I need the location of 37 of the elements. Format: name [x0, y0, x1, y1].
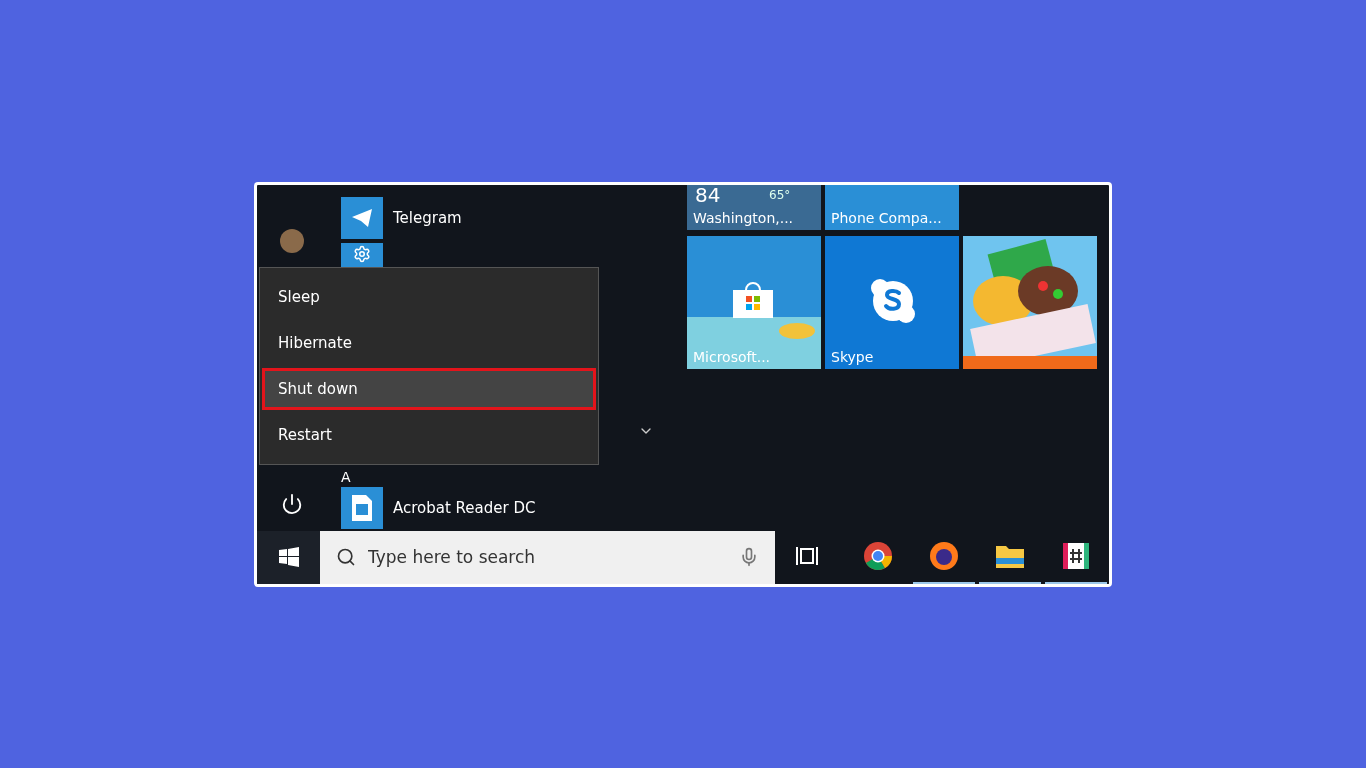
skype-logo-icon: [870, 277, 916, 324]
app-icon[interactable]: [341, 196, 383, 239]
paper-plane-icon: [351, 207, 373, 228]
search-icon: [336, 547, 356, 567]
firefox-logo-icon: [929, 541, 959, 571]
task-view-icon: [796, 545, 820, 567]
app-icon[interactable]: [341, 486, 383, 529]
power-menu-item[interactable]: Restart: [262, 413, 596, 456]
section-letter: A: [340, 468, 352, 485]
microphone-icon[interactable]: [739, 547, 759, 567]
power-menu-item[interactable]: Hibernate: [262, 321, 596, 364]
windows-logo-icon: [278, 547, 299, 567]
app-tile[interactable]: 84 65° Washington,...: [687, 184, 821, 230]
app-name[interactable]: Telegram: [393, 208, 462, 227]
tile-label: Phone Compa...: [831, 209, 943, 226]
low-temperature: 65°: [769, 187, 791, 202]
app-name[interactable]: Acrobat Reader DC: [393, 498, 536, 517]
power-menu-item[interactable]: Sleep: [262, 275, 596, 318]
folder-icon: [995, 543, 1025, 569]
user-avatar[interactable]: [280, 228, 304, 253]
gear-icon: [353, 244, 371, 263]
start-button[interactable]: [257, 530, 320, 584]
slack-logo-icon: [1062, 542, 1090, 570]
document-icon: [351, 493, 373, 522]
app-tile[interactable]: Skype: [825, 235, 959, 369]
tile-label: Microsoft...: [693, 348, 772, 365]
power-icon[interactable]: [281, 492, 303, 515]
temperature: 84: [695, 184, 721, 205]
search-input[interactable]: Type here to search: [366, 546, 729, 568]
shopping-bag-icon: [731, 279, 775, 318]
app-tile[interactable]: Phone Compa...: [825, 184, 959, 230]
chrome-logo-icon: [863, 541, 893, 571]
game-tile-drawing[interactable]: [963, 235, 1097, 369]
tile-label: Skype: [831, 348, 875, 365]
search-field[interactable]: Type here to search: [320, 530, 775, 584]
tile-label: Washington,...: [693, 209, 795, 226]
power-menu-item[interactable]: Shut down: [262, 367, 596, 410]
